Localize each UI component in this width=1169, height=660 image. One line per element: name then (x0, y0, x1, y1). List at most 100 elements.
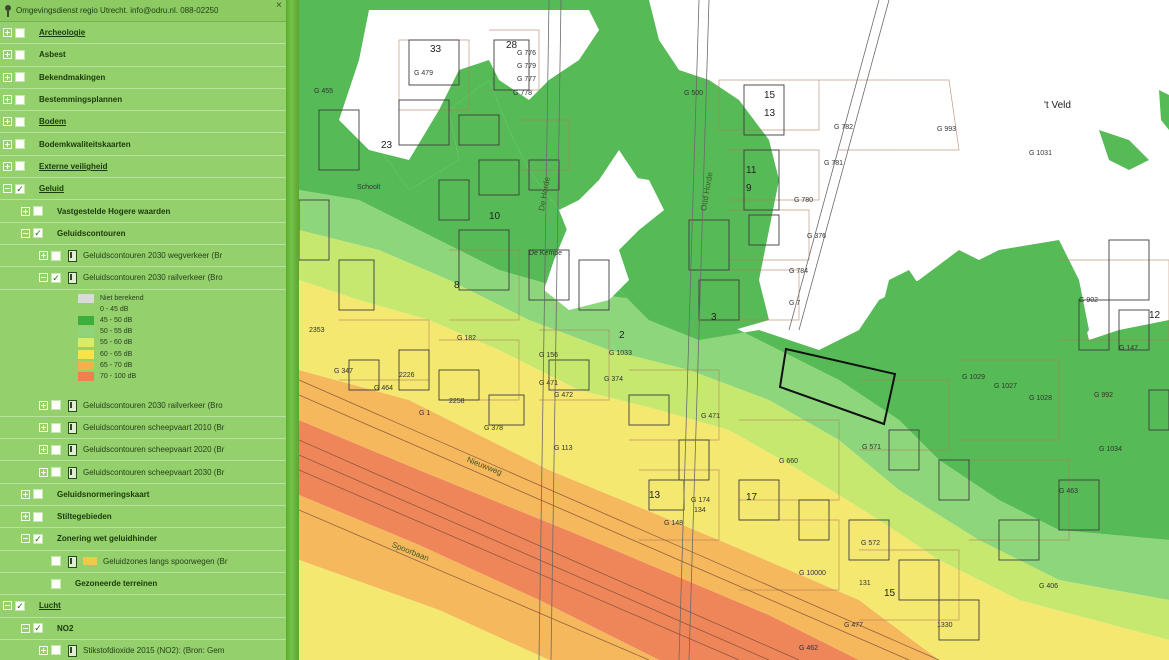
close-icon[interactable]: × (276, 0, 282, 11)
expand-icon[interactable] (39, 445, 48, 455)
layer-checkbox[interactable]: ✓ (51, 272, 61, 283)
layer-info-icon[interactable] (67, 644, 77, 657)
layer-row[interactable]: Bekendmakingen (0, 67, 286, 89)
layer-checkbox[interactable] (51, 556, 61, 567)
layer-row[interactable]: Bodem (0, 111, 286, 134)
layer-row[interactable]: Bestemmingsplannen (0, 89, 286, 112)
layer-label[interactable]: Asbest (39, 50, 66, 59)
layer-info-icon[interactable] (67, 399, 77, 412)
layer-row[interactable]: Geluidscontouren 2030 wegverkeer (Br (0, 245, 286, 268)
layer-checkbox[interactable] (15, 72, 25, 83)
layer-checkbox[interactable] (15, 139, 25, 150)
layer-checkbox[interactable] (33, 206, 43, 217)
map-view[interactable]: 33 28 G 479 G 776 G 779 G 777 G 778 G 455 23 G 50… (299, 0, 1169, 660)
layer-row[interactable]: ✓ Zonering wet geluidhinder (0, 528, 286, 551)
layer-checkbox[interactable] (15, 94, 25, 105)
layer-row[interactable]: Geluidscontouren 2030 railverkeer (Bro (0, 395, 286, 417)
expand-icon[interactable] (3, 50, 12, 60)
expand-icon[interactable] (39, 467, 48, 477)
expand-icon[interactable] (21, 206, 30, 216)
layer-label[interactable]: Vastgestelde Hogere waarden (57, 207, 170, 216)
layer-label[interactable]: Zonering wet geluidhinder (57, 534, 157, 543)
layer-label[interactable]: Lucht (39, 601, 61, 610)
expand-icon[interactable] (3, 95, 12, 105)
layer-info-icon[interactable] (67, 249, 77, 263)
layer-label[interactable]: Geluidzones langs spoorwegen (Br (103, 557, 228, 566)
layer-label[interactable]: Stiltegebieden (57, 512, 112, 521)
expand-icon[interactable] (3, 72, 12, 82)
pin-icon[interactable] (3, 4, 13, 18)
layer-info-icon[interactable] (67, 466, 77, 479)
layer-checkbox[interactable] (15, 49, 25, 60)
layer-row[interactable]: Stikstofdioxide 2015 (NO2): (Bron: Gem (0, 640, 286, 660)
layer-checkbox[interactable]: ✓ (33, 228, 43, 239)
layer-label[interactable]: NO2 (57, 624, 73, 633)
layer-checkbox[interactable]: ✓ (33, 623, 43, 634)
layer-row[interactable]: Geluidzones langs spoorwegen (Br (0, 551, 286, 573)
layer-label[interactable]: Geluid (39, 184, 64, 193)
layer-row[interactable]: ✓ Lucht (0, 595, 286, 618)
layer-row[interactable]: ✓ Geluidscontouren (0, 223, 286, 245)
layer-label[interactable]: Geluidsnormeringskaart (57, 490, 149, 499)
layer-label[interactable]: Geluidscontouren 2030 wegverkeer (Br (83, 251, 222, 260)
layer-row[interactable]: Gezoneerde terreinen (0, 573, 286, 596)
expand-icon[interactable] (39, 400, 48, 410)
layer-label[interactable]: Geluidscontouren 2030 railverkeer (Bro (83, 401, 223, 410)
layer-info-icon[interactable] (67, 443, 77, 457)
layer-row[interactable]: Geluidscontouren scheepvaart 2030 (Br (0, 461, 286, 484)
layer-label[interactable]: Bestemmingsplannen (39, 95, 122, 104)
expand-icon[interactable] (39, 423, 48, 432)
layer-row[interactable]: Externe veiligheid (0, 156, 286, 179)
layer-row[interactable]: Vastgestelde Hogere waarden (0, 200, 286, 223)
expand-icon[interactable] (3, 139, 12, 149)
layer-row[interactable]: Geluidsnormeringskaart (0, 484, 286, 507)
layer-row[interactable]: Bodemkwaliteitskaarten (0, 133, 286, 156)
layer-checkbox[interactable] (51, 422, 61, 433)
layer-checkbox[interactable] (33, 489, 43, 500)
layer-checkbox[interactable] (51, 645, 61, 656)
layer-checkbox[interactable] (15, 27, 25, 38)
layer-info-icon[interactable] (67, 555, 77, 568)
layer-checkbox[interactable] (51, 444, 61, 455)
layer-label[interactable]: Geluidscontouren scheepvaart 2020 (Br (83, 445, 224, 454)
layer-checkbox[interactable]: ✓ (33, 533, 43, 544)
layer-label[interactable]: Geluidscontouren scheepvaart 2030 (Br (83, 468, 224, 477)
layer-row[interactable]: Geluidscontouren scheepvaart 2020 (Br (0, 439, 286, 462)
layer-label[interactable]: Bekendmakingen (39, 73, 105, 82)
layer-row[interactable]: Stiltegebieden (0, 506, 286, 529)
layer-row[interactable]: Archeologie (0, 22, 286, 45)
layer-label[interactable]: Geluidscontouren scheepvaart 2010 (Br (83, 423, 224, 432)
layer-checkbox[interactable] (51, 467, 61, 478)
collapse-icon[interactable] (21, 534, 30, 544)
layer-label[interactable]: Geluidscontouren (57, 229, 125, 238)
expand-icon[interactable] (39, 645, 48, 655)
collapse-icon[interactable] (3, 601, 12, 611)
layer-label[interactable]: Stikstofdioxide 2015 (NO2): (Bron: Gem (83, 646, 224, 655)
layer-checkbox[interactable] (15, 161, 25, 172)
layer-label[interactable]: Geluidscontouren 2030 railverkeer (Bro (83, 273, 223, 282)
layer-label[interactable]: Gezoneerde terreinen (75, 579, 157, 588)
layer-checkbox[interactable]: ✓ (15, 183, 25, 194)
collapse-icon[interactable] (21, 623, 30, 633)
collapse-icon[interactable] (39, 273, 48, 283)
collapse-icon[interactable] (21, 228, 30, 238)
layer-label[interactable]: Externe veiligheid (39, 162, 107, 171)
layer-checkbox[interactable] (33, 511, 43, 522)
layer-row[interactable]: ✓ NO2 (0, 618, 286, 640)
layer-row[interactable]: Asbest (0, 44, 286, 67)
layer-label[interactable]: Bodemkwaliteitskaarten (39, 140, 131, 149)
expand-icon[interactable] (3, 117, 12, 127)
layer-row[interactable]: ✓ Geluid (0, 178, 286, 201)
layer-checkbox[interactable] (51, 400, 61, 411)
expand-icon[interactable] (21, 512, 30, 522)
panel-splitter[interactable] (286, 0, 299, 660)
layer-label[interactable]: Bodem (39, 117, 66, 126)
layer-info-icon[interactable] (67, 271, 77, 285)
layer-checkbox[interactable] (51, 578, 61, 589)
layer-row[interactable]: Geluidscontouren scheepvaart 2010 (Br (0, 417, 286, 440)
expand-icon[interactable] (3, 28, 12, 38)
layer-checkbox[interactable] (51, 250, 61, 261)
expand-icon[interactable] (3, 161, 12, 171)
expand-icon[interactable] (21, 489, 30, 499)
layer-row[interactable]: ✓ Geluidscontouren 2030 railverkeer (Bro (0, 267, 286, 290)
